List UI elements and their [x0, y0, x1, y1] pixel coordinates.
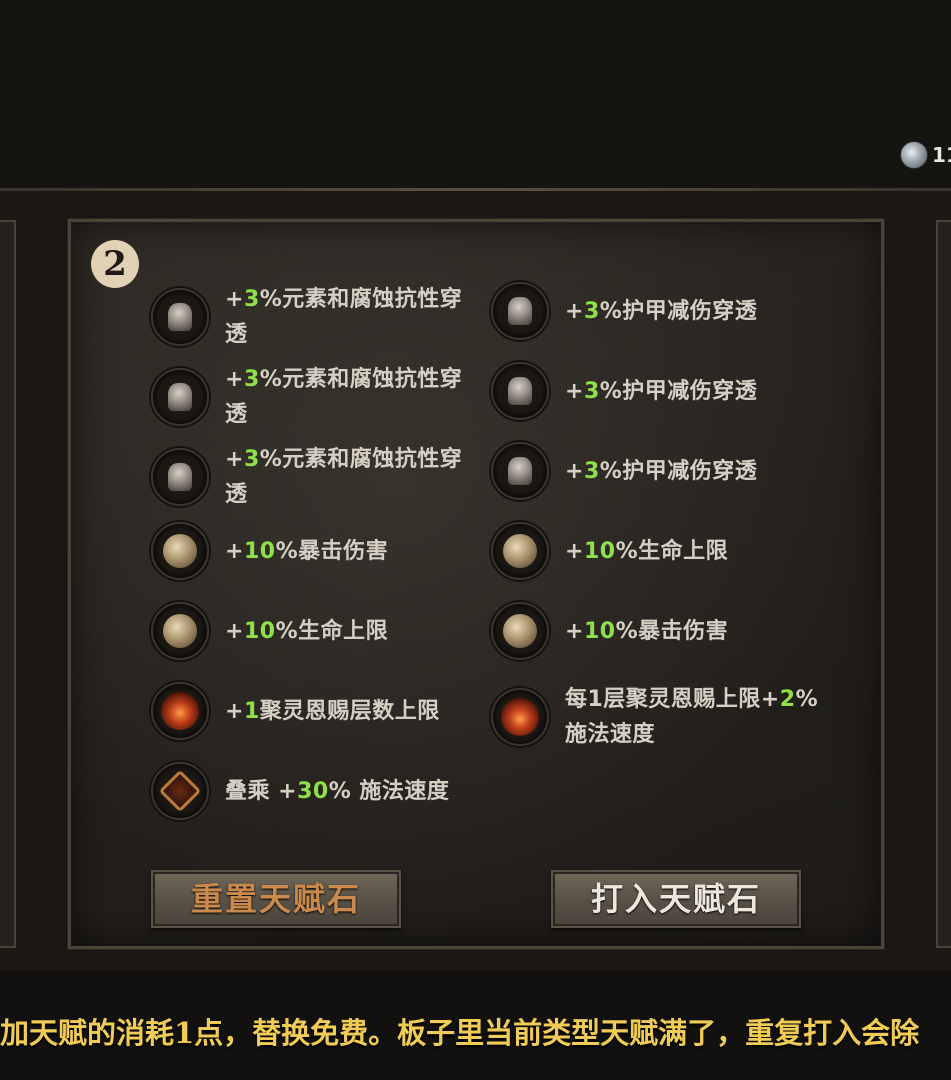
talent-board-panel: 2 +3%元素和腐蚀抗性穿透 +3%元素和腐蚀抗性穿透 +3%元素和腐蚀抗性穿透… [67, 218, 885, 950]
helm-icon [491, 362, 549, 420]
talent-right-1[interactable]: +3%护甲减伤穿透 [491, 282, 757, 340]
helm-icon [151, 288, 209, 346]
orb-icon [491, 602, 549, 660]
talent-right-5[interactable]: +10%暴击伤害 [491, 602, 728, 660]
talent-left-1[interactable]: +3%元素和腐蚀抗性穿透 [151, 282, 462, 352]
talent-right-4[interactable]: +10%生命上限 [491, 522, 728, 580]
board-level-badge: 2 [91, 240, 139, 288]
talent-text: +3%护甲减伤穿透 [565, 458, 758, 484]
talent-left-5[interactable]: +10%生命上限 [151, 602, 388, 660]
talent-left-7[interactable]: 叠乘 +30% 施法速度 [151, 762, 449, 820]
helm-icon [151, 448, 209, 506]
talent-text: +10%暴击伤害 [565, 618, 729, 644]
currency-value: 11 [932, 143, 951, 167]
talent-left-4[interactable]: +10%暴击伤害 [151, 522, 388, 580]
silver-coin-icon [900, 141, 928, 169]
talent-text: 叠乘 +30% 施法速度 [225, 778, 450, 804]
talent-text: +10%生命上限 [225, 618, 389, 644]
talent-text: +3%护甲减伤穿透 [565, 298, 758, 324]
talent-left-2[interactable]: +3%元素和腐蚀抗性穿透 [151, 362, 462, 432]
talent-right-6[interactable]: 每1层聚灵恩赐上限+2% 施法速度 [491, 682, 818, 752]
talent-text: +3%元素和腐蚀抗性穿透 [225, 447, 463, 507]
talent-text: +1聚灵恩赐层数上限 [225, 698, 440, 724]
currency-display: 11 [900, 140, 951, 170]
talent-left-6[interactable]: +1聚灵恩赐层数上限 [151, 682, 440, 740]
helm-icon [491, 282, 549, 340]
talent-text: +3%元素和腐蚀抗性穿透 [225, 367, 463, 427]
talent-text: +3%护甲减伤穿透 [565, 378, 758, 404]
embed-talent-stone-button[interactable]: 打入天赋石 [551, 870, 801, 928]
talent-right-3[interactable]: +3%护甲减伤穿透 [491, 442, 757, 500]
helm-icon [491, 442, 549, 500]
top-bar [0, 0, 951, 190]
helm-icon [151, 368, 209, 426]
orb-icon [151, 522, 209, 580]
fire-icon [151, 682, 209, 740]
orb-icon [151, 602, 209, 660]
prev-board-panel[interactable] [0, 220, 16, 948]
reset-talent-stone-button[interactable]: 重置天赋石 [151, 870, 401, 928]
talent-right-2[interactable]: +3%护甲减伤穿透 [491, 362, 757, 420]
fire-icon [491, 688, 549, 746]
talent-text: +10%生命上限 [565, 538, 729, 564]
talent-text: +10%暴击伤害 [225, 538, 389, 564]
rune-icon [151, 762, 209, 820]
subtitle-text: 加天赋的消耗1点，替换免费。板子里当前类型天赋满了，重复打入会除 [0, 1016, 920, 1050]
talent-left-3[interactable]: +3%元素和腐蚀抗性穿透 [151, 442, 462, 512]
talent-text: 每1层聚灵恩赐上限+2% 施法速度 [565, 687, 819, 747]
orb-icon [491, 522, 549, 580]
talent-text: +3%元素和腐蚀抗性穿透 [225, 287, 463, 347]
next-board-panel[interactable] [936, 220, 951, 948]
